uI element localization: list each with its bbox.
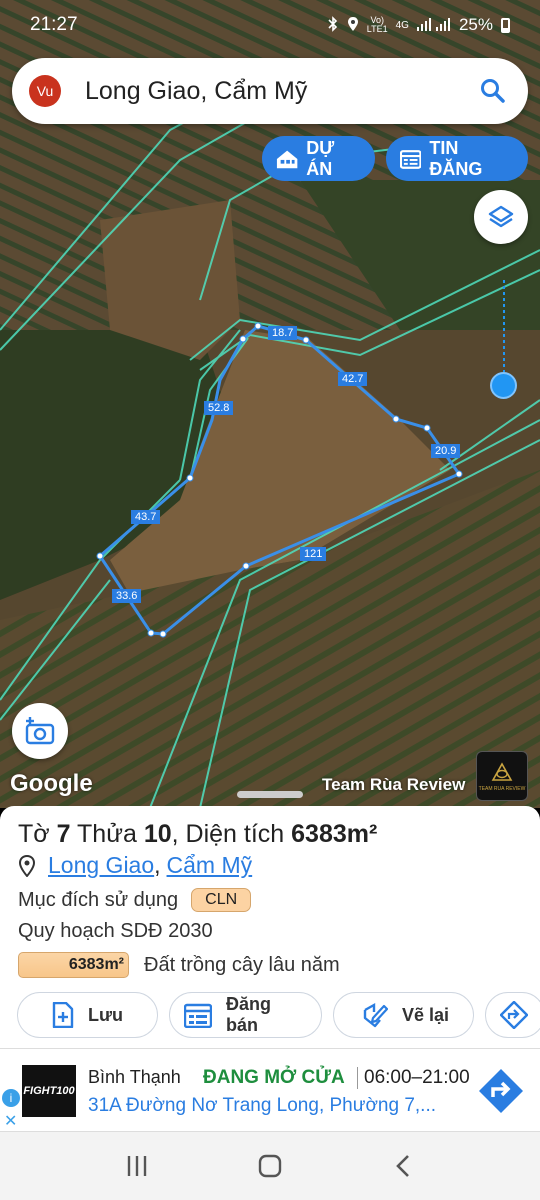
segment-length-label: 42.7 (338, 372, 368, 386)
calendar-list-icon (184, 1003, 212, 1028)
purpose-label: Mục đích sử dụng (18, 888, 179, 911)
ad-banner[interactable]: i ✕ FIGHT100 Bình Thạnh ĐANG MỞ CỬA 06:0… (0, 1048, 540, 1132)
projects-button[interactable]: DỰ ÁN (262, 136, 375, 181)
building-icon (276, 150, 298, 168)
recent-apps-icon (127, 1156, 146, 1176)
plot-number: 10 (143, 820, 172, 848)
redraw-label: Vẽ lại (402, 1004, 450, 1025)
plan-entry: 6383m² Đất trồng cây lâu năm (18, 952, 340, 978)
map-pin-icon (18, 854, 36, 877)
sell-button[interactable]: Đăng bán (169, 992, 322, 1038)
battery-percent: 25% (458, 15, 493, 34)
open-status: ĐANG MỞ CỬA (203, 1067, 345, 1088)
battery-icon (501, 17, 510, 33)
system-nav-bar (0, 1132, 540, 1200)
projects-label: DỰ ÁN (306, 137, 335, 179)
parcel-title: Tờ 7 Thửa 10, Diện tích 6383m² (18, 820, 377, 849)
turtle-logo-icon (491, 762, 513, 781)
segment-length-label: 121 (300, 547, 327, 561)
area-value: 6383m² (291, 820, 378, 848)
district-link[interactable]: Cẩm Mỹ (167, 852, 253, 879)
advertiser-logo: FIGHT100 (22, 1065, 76, 1117)
directions-icon (500, 1001, 528, 1029)
google-logo: Google (10, 770, 93, 797)
add-file-icon (52, 1002, 74, 1028)
bluetooth-icon (327, 16, 339, 34)
location-separator: , (154, 852, 161, 878)
status-bar: 21:27 Vo) LTE1 4G 25% (0, 0, 540, 50)
signal-icon (416, 17, 451, 33)
directions-button[interactable] (485, 992, 540, 1038)
parcel-info-sheet: Tờ 7 Thửa 10, Diện tích 6383m² Long Giao… (0, 806, 540, 1048)
search-query[interactable]: Long Giao, Cẩm Mỹ (85, 77, 307, 106)
watermark-label: Team Rùa Review (322, 775, 466, 794)
add-photo-icon (25, 717, 55, 745)
camera-button[interactable] (12, 703, 68, 759)
listings-button[interactable]: TIN ĐĂNG (386, 136, 528, 181)
ad-directions-icon[interactable] (478, 1068, 524, 1114)
volte-indicator: Vo) LTE1 (367, 16, 388, 34)
ad-info-icon[interactable]: i (2, 1089, 20, 1107)
plan-land-type: Đất trồng cây lâu năm (144, 953, 340, 976)
segment-length-label: 52.8 (204, 401, 234, 415)
plot-label: Thửa (77, 820, 137, 848)
layers-icon (488, 205, 514, 228)
back-button[interactable] (383, 1146, 423, 1186)
area-label: , Diện tích (171, 820, 285, 848)
sheet-drag-handle[interactable] (237, 791, 303, 798)
avatar[interactable]: Vu (29, 75, 61, 107)
parcel-location: Long Giao, Cẩm Mỹ (18, 852, 252, 879)
network-type: 4G (395, 19, 409, 31)
land-use-purpose: Mục đích sử dụng CLN (18, 888, 252, 912)
team-rua-logo: TEAM RUA REVIEW (476, 751, 528, 801)
opening-hours: 06:00–21:00 (357, 1067, 470, 1089)
segment-length-label: 20.9 (431, 444, 461, 458)
save-button[interactable]: Lưu (17, 992, 158, 1038)
calendar-list-icon (400, 149, 422, 169)
save-label: Lưu (88, 1004, 124, 1025)
search-icon[interactable] (480, 78, 506, 104)
listings-label: TIN ĐĂNG (429, 137, 483, 179)
clock: 21:27 (30, 14, 78, 35)
plan-heading: Quy hoạch SDĐ 2030 (18, 920, 213, 942)
edit-shape-icon (363, 1002, 388, 1028)
sell-label: Đăng bán (226, 994, 271, 1035)
segment-length-label: 33.6 (112, 589, 142, 603)
segment-length-label: 18.7 (268, 326, 298, 340)
advertiser-location: Bình Thạnh (88, 1067, 181, 1087)
land-use-code-badge: CLN (191, 888, 252, 912)
location-icon (347, 16, 359, 34)
recent-apps-button[interactable] (117, 1146, 157, 1186)
current-location-marker (490, 372, 517, 399)
sheet-number: 7 (56, 820, 71, 848)
advertiser-address[interactable]: 31A Đường Nơ Trang Long, Phường 7,... (88, 1095, 436, 1117)
commune-link[interactable]: Long Giao (48, 852, 154, 879)
sheet-label: Tờ (18, 820, 50, 848)
team-logo-text: TEAM RUA REVIEW (478, 786, 526, 792)
ad-close-icon[interactable]: ✕ (4, 1111, 17, 1131)
back-icon (396, 1155, 410, 1177)
action-row: Lưu Đăng bán Vẽ lại (17, 992, 540, 1038)
map-view[interactable]: 18.7 42.7 20.9 121 33.6 43.7 52.8 21:27 … (0, 0, 540, 808)
redraw-button[interactable]: Vẽ lại (333, 992, 474, 1038)
lte-label: LTE1 (366, 24, 388, 34)
search-bar[interactable]: Vu Long Giao, Cẩm Mỹ (12, 58, 528, 124)
segment-length-label: 43.7 (131, 510, 161, 524)
home-button[interactable] (250, 1146, 290, 1186)
plan-area-badge: 6383m² (18, 952, 129, 978)
home-icon (258, 1154, 282, 1178)
layers-button[interactable] (474, 190, 528, 244)
